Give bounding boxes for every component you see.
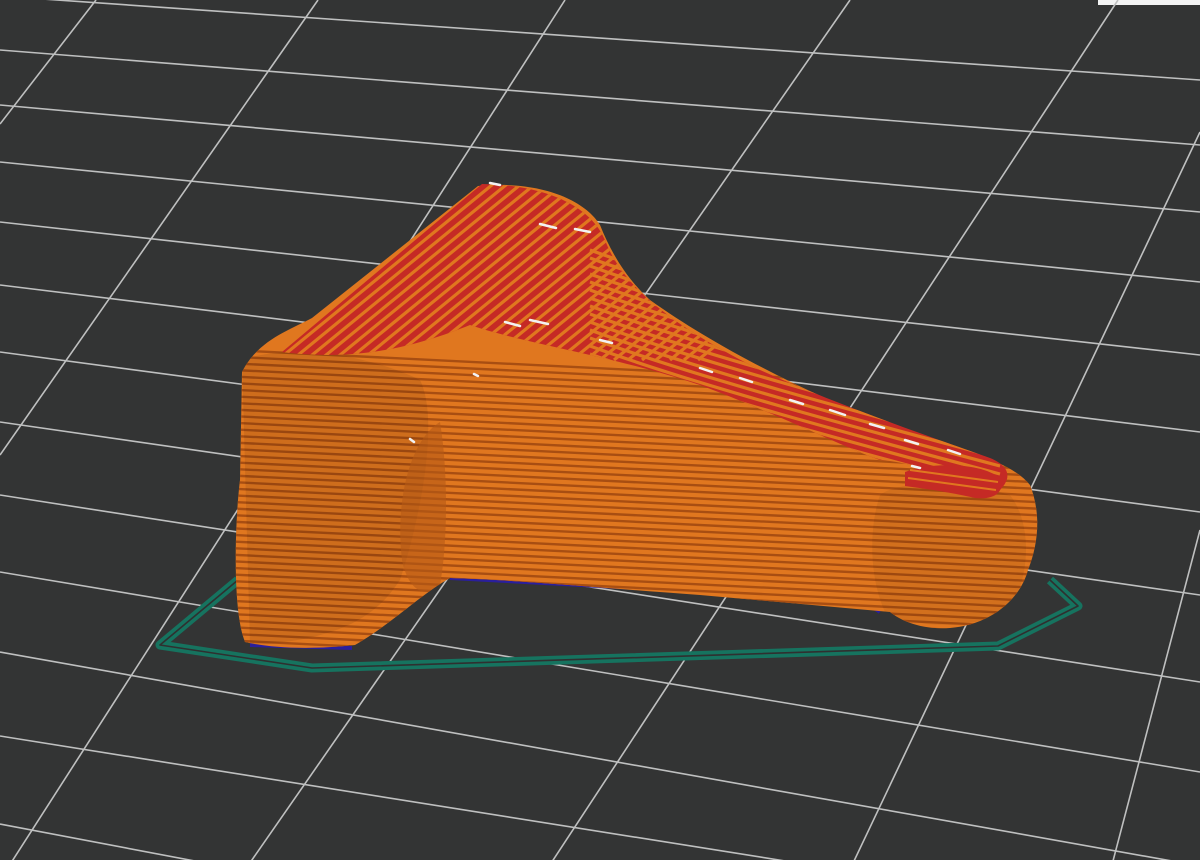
print-preview-scene[interactable]	[0, 0, 1200, 860]
infill-stripe	[626, 184, 850, 362]
infill-stripe	[654, 184, 878, 362]
3d-preview-viewport[interactable]	[0, 0, 1200, 860]
sliced-model	[235, 181, 1038, 650]
infill-stripe	[598, 184, 822, 362]
infill-stripe	[668, 184, 892, 362]
infill-stripe	[696, 184, 920, 362]
infill-stripe	[682, 184, 906, 362]
